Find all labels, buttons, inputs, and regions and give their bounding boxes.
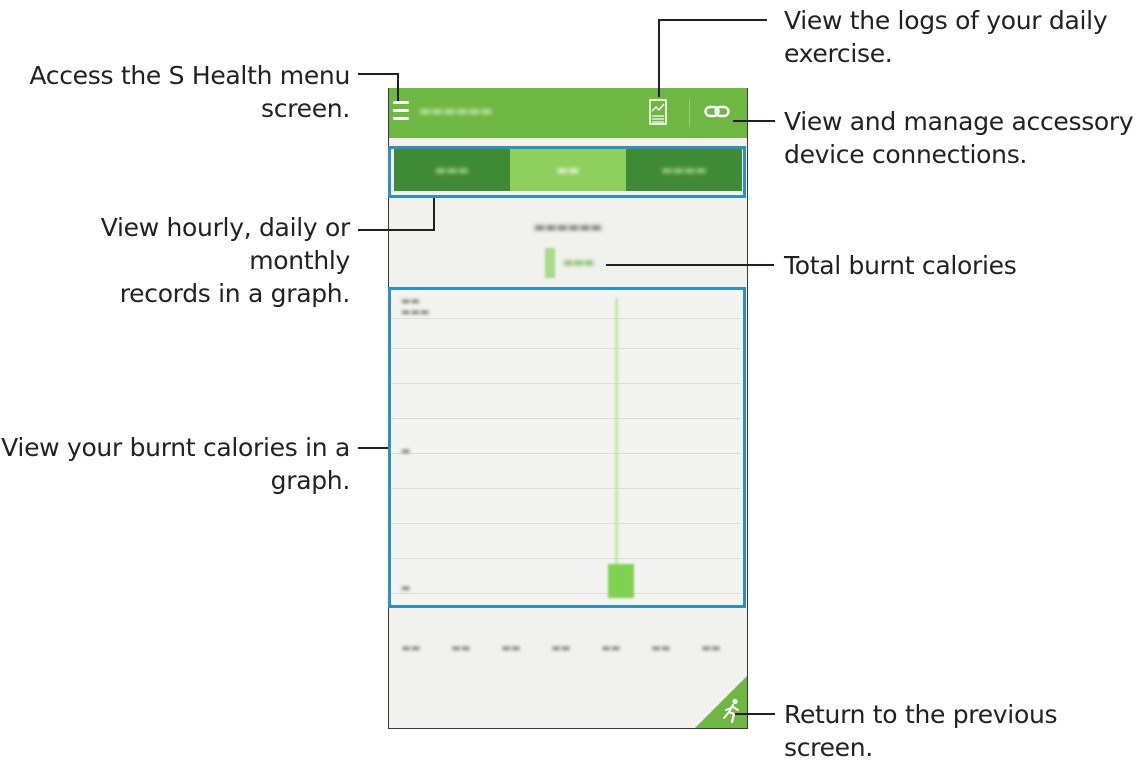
callout-line — [397, 73, 399, 101]
callout-total-line1: Total burnt calories — [784, 251, 1017, 280]
callout-menu-line2: screen. — [261, 94, 350, 123]
x-axis-label: ▬▬ — [451, 643, 471, 654]
callout-line — [358, 73, 398, 75]
callout-menu-line1: Access the S Health menu — [29, 61, 350, 90]
hamburger-menu-icon[interactable] — [393, 101, 409, 121]
app-bar: ▬▬▬▬▬▬ — [389, 88, 747, 138]
callout-line — [358, 229, 434, 231]
total-calories: ▬▬▬ — [563, 256, 595, 269]
callout-logs: View the logs of your daily exercise. — [784, 4, 1108, 70]
callout-line — [658, 19, 660, 97]
callout-graph: View your burnt calories in a graph. — [1, 431, 350, 497]
callout-accessory-line2: device connections. — [784, 140, 1028, 169]
app-bar-title: ▬▬▬▬▬▬ — [419, 104, 493, 119]
link-icon[interactable] — [704, 104, 730, 120]
callout-line — [606, 264, 774, 266]
exercise-log-icon[interactable] — [649, 99, 667, 125]
x-axis-label: ▬▬ — [601, 643, 621, 654]
callout-total: Total burnt calories — [784, 249, 1017, 282]
graph-highlight — [388, 287, 746, 608]
calorie-summary: ▬▬▬▬▬▬ ▬▬▬ — [389, 198, 747, 288]
x-axis-label: ▬▬ — [701, 643, 721, 654]
callout-period: View hourly, daily or monthly records in… — [0, 211, 351, 310]
x-axis-label: ▬▬ — [651, 643, 671, 654]
callout-graph-line1: View your burnt calories in a — [1, 433, 350, 462]
callout-period-line2: records in a graph. — [119, 279, 351, 308]
callout-line — [358, 447, 388, 449]
callout-logs-line1: View the logs of your daily — [784, 6, 1108, 35]
callout-period-line1: View hourly, daily or monthly — [100, 213, 351, 275]
callout-line — [735, 713, 775, 715]
x-axis-label: ▬▬ — [401, 643, 421, 654]
app-bar-divider — [689, 99, 690, 127]
callout-accessory-line1: View and manage accessory — [784, 107, 1134, 136]
x-axis-label: ▬▬ — [501, 643, 521, 654]
callout-back: Return to the previous screen. — [784, 698, 1140, 764]
callout-line — [733, 120, 775, 122]
callout-line — [433, 198, 435, 231]
callout-line — [659, 19, 767, 21]
summary-date: ▬▬▬▬▬▬ — [533, 220, 603, 234]
callout-menu: Access the S Health menu screen. — [29, 59, 350, 125]
callout-accessory: View and manage accessory device connect… — [784, 105, 1134, 171]
x-axis-label: ▬▬ — [551, 643, 571, 654]
calorie-indicator — [545, 248, 555, 278]
x-axis: ▬▬ ▬▬ ▬▬ ▬▬ ▬▬ ▬▬ ▬▬ — [389, 643, 747, 663]
callout-graph-line2: graph. — [270, 466, 351, 495]
callout-logs-line2: exercise. — [784, 39, 893, 68]
period-tabs-highlight — [388, 146, 746, 198]
callout-back-line1: Return to the previous screen. — [784, 700, 1058, 762]
running-person-icon[interactable] — [721, 698, 743, 724]
